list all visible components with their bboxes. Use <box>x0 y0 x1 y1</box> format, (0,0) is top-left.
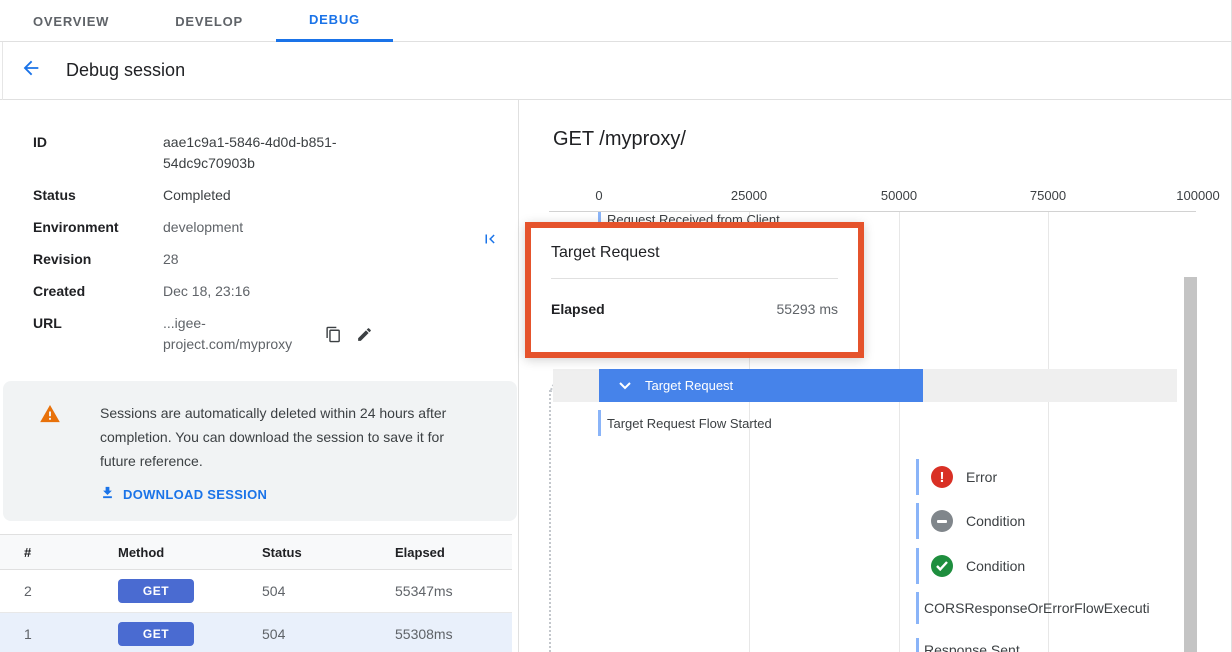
session-field-row: ID aae1c9a1-5846-4d0d-b851-54dc9c70903b <box>33 132 518 174</box>
session-created-value: Dec 18, 23:16 <box>163 281 250 302</box>
back-arrow-icon <box>20 57 42 84</box>
copy-icon[interactable] <box>325 326 342 343</box>
condition-met-icon <box>931 555 953 577</box>
axis-tick-100000: 100000 <box>1176 188 1219 203</box>
transaction-elapsed: 55347ms <box>395 583 512 599</box>
event-tick <box>916 638 919 652</box>
warning-icon <box>40 405 60 503</box>
gridline-50000 <box>899 212 900 652</box>
flow-connector-line <box>549 390 551 652</box>
field-label: URL <box>33 313 163 355</box>
event-row-response-sent[interactable]: Response Sent <box>916 638 1020 652</box>
session-id-value: aae1c9a1-5846-4d0d-b851-54dc9c70903b <box>163 132 373 174</box>
session-field-row: Status Completed <box>33 185 518 206</box>
back-button[interactable] <box>18 58 44 84</box>
session-field-row: Created Dec 18, 23:16 <box>33 281 518 302</box>
tooltip-divider <box>551 278 838 279</box>
field-label: Revision <box>33 249 163 270</box>
field-label: Status <box>33 185 163 206</box>
tooltip-title: Target Request <box>551 244 838 262</box>
session-status-value: Completed <box>163 185 231 206</box>
session-panel: ID aae1c9a1-5846-4d0d-b851-54dc9c70903b … <box>0 100 518 652</box>
download-icon <box>100 485 115 503</box>
col-header-num: # <box>24 545 118 560</box>
event-row-condition-met[interactable]: Condition <box>916 548 1025 584</box>
event-tick <box>916 592 919 624</box>
event-tick <box>916 548 919 584</box>
flow-started-event: Target Request Flow Started <box>607 416 772 431</box>
event-label: Response Sent <box>924 642 1020 652</box>
col-header-elapsed: Elapsed <box>395 545 512 560</box>
field-label: ID <box>33 132 163 174</box>
gridline-75000 <box>1048 212 1049 652</box>
page-title: Debug session <box>66 60 185 81</box>
event-tick <box>598 410 601 436</box>
field-label: Environment <box>33 217 163 238</box>
event-row-condition-unmet[interactable]: Condition <box>916 503 1025 539</box>
transaction-elapsed: 55308ms <box>395 626 512 642</box>
axis-tick-0: 0 <box>595 188 602 203</box>
tab-debug[interactable]: DEBUG <box>276 0 393 42</box>
session-revision-value: 28 <box>163 249 179 270</box>
target-request-tooltip: Target Request Elapsed 55293 ms <box>525 222 864 358</box>
transaction-num: 1 <box>24 626 118 642</box>
download-session-label: DOWNLOAD SESSION <box>123 487 267 502</box>
page-header: Debug session <box>0 42 1231 100</box>
download-session-button[interactable]: DOWNLOAD SESSION <box>100 485 480 503</box>
event-tick <box>916 459 919 495</box>
field-label: Created <box>33 281 163 302</box>
session-field-row: Revision 28 <box>33 249 518 270</box>
chevron-down-icon <box>619 377 631 395</box>
edit-icon[interactable] <box>356 326 373 343</box>
tab-bar: OVERVIEW DEVELOP DEBUG <box>0 0 1231 42</box>
method-badge: GET <box>118 579 194 603</box>
transaction-row[interactable]: 2 GET 504 55347ms <box>0 570 512 613</box>
event-tick <box>916 503 919 539</box>
condition-unmet-icon <box>931 510 953 532</box>
transactions-table: # Method Status Elapsed 2 GET 504 55347m… <box>0 534 512 652</box>
col-header-method: Method <box>118 545 262 560</box>
event-label: Error <box>966 469 997 485</box>
event-row-cors-flow[interactable]: CORSResponseOrErrorFlowExecuti <box>916 592 1150 624</box>
notice-body: Sessions are automatically deleted withi… <box>100 401 480 503</box>
transaction-num: 2 <box>24 583 118 599</box>
axis-tick-75000: 75000 <box>1030 188 1066 203</box>
session-environment-value: development <box>163 217 243 238</box>
collapse-panel-button[interactable] <box>481 230 499 253</box>
transaction-status: 504 <box>262 583 395 599</box>
error-icon: ! <box>931 466 953 488</box>
tooltip-elapsed-value: 55293 ms <box>777 301 838 317</box>
timeline-title: GET /myproxy/ <box>553 128 686 151</box>
tooltip-elapsed-row: Elapsed 55293 ms <box>551 301 838 317</box>
debug-session-page: OVERVIEW DEVELOP DEBUG Debug session ID … <box>0 0 1232 652</box>
session-url-value: ...igee-project.com/myproxy <box>163 313 311 355</box>
event-label: Condition <box>966 513 1025 529</box>
notice-text: Sessions are automatically deleted withi… <box>100 401 480 473</box>
timeline-panel: GET /myproxy/ 0 25000 50000 75000 100000… <box>518 100 1231 652</box>
transaction-row-selected[interactable]: 1 GET 504 55308ms <box>0 613 512 652</box>
target-request-bar-label: Target Request <box>645 378 733 393</box>
collapse-left-icon <box>481 235 499 252</box>
vertical-scrollbar[interactable] <box>1184 277 1197 652</box>
session-details: ID aae1c9a1-5846-4d0d-b851-54dc9c70903b … <box>0 100 518 355</box>
session-field-row: Environment development <box>33 217 518 238</box>
axis-tick-25000: 25000 <box>731 188 767 203</box>
method-badge: GET <box>118 622 194 646</box>
transactions-header-row: # Method Status Elapsed <box>0 534 512 570</box>
retention-notice: Sessions are automatically deleted withi… <box>3 381 517 521</box>
event-label: Condition <box>966 558 1025 574</box>
session-url-cell: ...igee-project.com/myproxy <box>163 313 373 355</box>
col-header-status: Status <box>262 545 395 560</box>
axis-tick-50000: 50000 <box>881 188 917 203</box>
transaction-status: 504 <box>262 626 395 642</box>
event-row-error[interactable]: ! Error <box>916 459 997 495</box>
event-label: CORSResponseOrErrorFlowExecuti <box>924 600 1150 616</box>
target-request-bar[interactable]: Target Request <box>599 369 923 402</box>
session-field-row: URL ...igee-project.com/myproxy <box>33 313 518 355</box>
tab-develop[interactable]: DEVELOP <box>142 0 276 42</box>
tooltip-elapsed-label: Elapsed <box>551 301 605 317</box>
tab-overview[interactable]: OVERVIEW <box>0 0 142 42</box>
